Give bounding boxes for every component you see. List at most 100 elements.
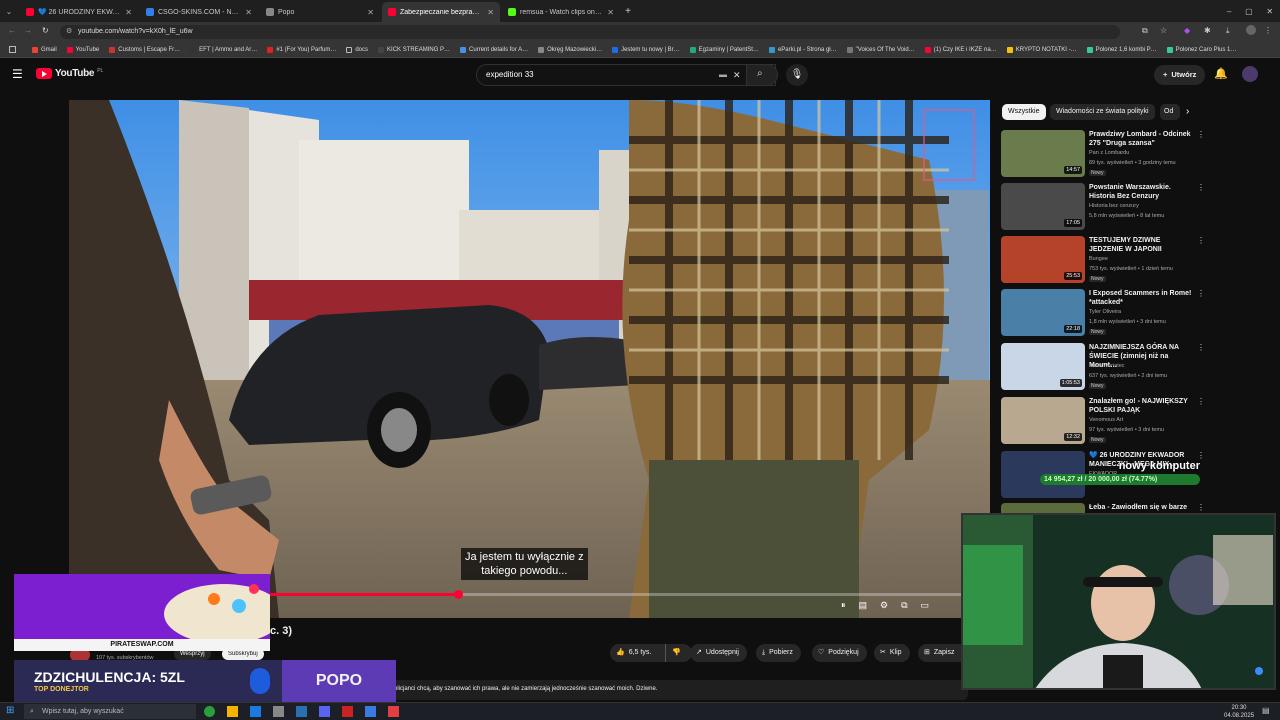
new-tab-icon[interactable]: + xyxy=(620,2,636,22)
forward-icon[interactable]: → xyxy=(24,26,32,35)
bookmark-item[interactable]: eParki.pl - Strona gł… xyxy=(768,46,837,53)
search-input[interactable]: expedition 33 ▬ ✕ xyxy=(476,64,776,86)
share-button[interactable]: ↗ Udostępnij xyxy=(690,644,747,662)
notifications-bell-icon[interactable]: 🔔 xyxy=(1214,67,1228,80)
hamburger-menu-icon[interactable]: ☰ xyxy=(12,67,23,81)
theater-mode-icon[interactable]: ▭ xyxy=(921,600,930,611)
browser-tab-active[interactable]: Zabezpieczanie bezprawia (Gr… ✕ xyxy=(382,2,500,22)
recommended-video[interactable]: 1:05:53 NAJZIMNIEJSZA GÓRA NA ŚWIECIE (zi… xyxy=(1001,343,1211,391)
miniplayer-icon[interactable]: ⧉ xyxy=(901,600,907,611)
profile-avatar[interactable] xyxy=(1246,25,1256,35)
download-button[interactable]: ⤓ Pobierz xyxy=(756,644,801,662)
create-button[interactable]: + Utwórz xyxy=(1154,65,1206,85)
more-options-icon[interactable]: ⋮ xyxy=(1197,343,1205,352)
more-options-icon[interactable]: ⋮ xyxy=(1197,289,1205,298)
chip-politics[interactable]: Wiadomości ze świata polityki xyxy=(1050,104,1155,120)
minimize-icon[interactable]: – xyxy=(1227,2,1231,22)
bookmark-item[interactable]: Polonez 1,6 kombi P… xyxy=(1086,46,1157,53)
settings-gear-icon[interactable]: ⚙ xyxy=(880,600,888,611)
tab-close-icon[interactable]: ✕ xyxy=(367,8,374,17)
browser-tab[interactable]: 💙 26 URODZINY EKWADOR✕ xyxy=(20,2,138,22)
channel-name[interactable]: Bungee xyxy=(1089,256,1108,262)
channel-name[interactable]: Tyler Oliveira xyxy=(1089,309,1121,315)
chrome-app-icon[interactable] xyxy=(204,706,215,717)
maximize-icon[interactable]: ▢ xyxy=(1245,2,1253,22)
extension-icon[interactable]: ◆ xyxy=(1184,26,1190,35)
recommended-video[interactable]: 12:32 Znalazłem go! - NAJWIĘKSZY POLSKI P… xyxy=(1001,397,1211,445)
channel-name[interactable]: Venomous Art xyxy=(1089,417,1123,423)
video-title[interactable]: Znalazłem go! - NAJWIĘKSZY POLSKI PAJĄK xyxy=(1089,397,1195,415)
recommended-video[interactable]: 25:53 TESTUJEMY DZIWNE JEDZENIE W JAPONII… xyxy=(1001,236,1211,284)
voice-search-button[interactable]: 🎙 xyxy=(786,64,808,86)
recommended-video[interactable]: 22:18 I Exposed Scammers in Rome! *attack… xyxy=(1001,289,1211,337)
clear-search-icon[interactable]: ✕ xyxy=(733,65,741,85)
windows-start-icon[interactable]: ⊞ xyxy=(6,705,14,716)
browser-tab[interactable]: Popo ✕ xyxy=(260,2,380,22)
browser-tab[interactable]: CSGO-SKINS.COM - Najlepsze ✕ xyxy=(140,2,258,22)
more-options-icon[interactable]: ⋮ xyxy=(1197,130,1205,139)
keyboard-icon[interactable]: ▬ xyxy=(719,65,727,85)
video-title[interactable]: Powstanie Warszawskie. Historia Bez Cenz… xyxy=(1089,183,1195,201)
notification-center-icon[interactable]: ▤ xyxy=(1262,706,1270,715)
more-options-icon[interactable]: ⋮ xyxy=(1197,183,1205,192)
app-icon[interactable] xyxy=(342,706,353,717)
bookmark-item[interactable]: Gmail xyxy=(32,46,57,53)
chip-all[interactable]: Wszystkie xyxy=(1002,104,1046,120)
video-player[interactable]: Ja jestem tu wyłącznie z takiego powodu.… xyxy=(69,100,990,618)
discord-app-icon[interactable] xyxy=(319,706,330,717)
youtube-logo[interactable]: YouTube PL xyxy=(36,68,103,79)
install-app-icon[interactable]: ⧉ xyxy=(1142,26,1148,36)
dislike-icon[interactable]: 👎 xyxy=(665,644,681,662)
bookmark-item[interactable]: #1 (For You) Parfum… xyxy=(267,46,336,53)
taskbar-search-input[interactable]: ⌕ Wpisz tutaj, aby wyszukać xyxy=(24,704,196,719)
tab-close-icon[interactable]: ✕ xyxy=(607,8,614,17)
video-thumbnail[interactable]: 17:05 xyxy=(1001,183,1085,230)
like-icon[interactable]: 👍 xyxy=(616,644,625,662)
more-options-icon[interactable]: ⋮ xyxy=(1197,503,1205,512)
reload-icon[interactable]: ↻ xyxy=(42,26,49,35)
file-explorer-icon[interactable] xyxy=(227,706,238,717)
tab-close-icon[interactable]: ✕ xyxy=(245,8,252,17)
extensions-puzzle-icon[interactable]: ✱ xyxy=(1204,26,1211,35)
autoplay-toggle-icon[interactable]: ⏸ xyxy=(841,600,846,611)
browser-tab[interactable]: remsua - Watch clips on Kick ✕ xyxy=(502,2,620,22)
taskbar-clock[interactable]: 20:30 04.08.2025 xyxy=(1224,704,1254,720)
more-options-icon[interactable]: ⋮ xyxy=(1197,236,1205,245)
thanks-button[interactable]: ♡ Podziękuj xyxy=(812,644,867,662)
search-button[interactable]: ⌕ xyxy=(746,64,778,86)
app-icon[interactable] xyxy=(273,706,284,717)
subtitles-icon[interactable]: ▤ xyxy=(859,600,868,611)
more-options-icon[interactable]: ⋮ xyxy=(1197,451,1205,460)
bookmark-item[interactable]: EFT | Ammo and Ar… xyxy=(190,46,257,53)
video-title[interactable]: TESTUJEMY DZIWNE JEDZENIE W JAPONII xyxy=(1089,236,1195,254)
bookmark-item[interactable]: KICK STREAMING P… xyxy=(378,46,450,53)
chips-next-chevron-icon[interactable]: › xyxy=(1186,106,1189,117)
bookmark-item[interactable]: KRYPTO NOTATKI -… xyxy=(1006,46,1077,53)
more-options-icon[interactable]: ⋮ xyxy=(1197,397,1205,406)
like-count[interactable]: 6,5 tys. xyxy=(629,644,652,662)
progress-scrubber-handle[interactable] xyxy=(453,590,463,599)
channel-name[interactable]: Pan z Lombardu xyxy=(1089,150,1129,156)
clip-button[interactable]: ✂ Klip xyxy=(874,644,910,662)
recommended-video[interactable]: 17:05 Powstanie Warszawskie. Historia Bez… xyxy=(1001,183,1211,231)
account-avatar[interactable] xyxy=(1242,66,1258,82)
back-icon[interactable]: ← xyxy=(8,26,16,35)
video-thumbnail[interactable]: 1:05:53 xyxy=(1001,343,1085,390)
video-thumbnail[interactable]: 25:53 xyxy=(1001,236,1085,283)
channel-name[interactable]: PatecWariatec xyxy=(1089,363,1125,369)
bookmark-item[interactable]: "Voices Of The Void… xyxy=(846,46,915,53)
tab-close-icon[interactable]: ✕ xyxy=(487,8,494,17)
video-title[interactable]: Łeba - Zawiodłem się w barze xyxy=(1089,503,1195,512)
url-bar[interactable]: ⚙ youtube.com/watch?v=kX0h_lE_u6w xyxy=(60,25,1120,39)
bookmark-item[interactable]: YouTube xyxy=(66,46,99,53)
tab-close-icon[interactable]: ✕ xyxy=(125,8,132,17)
recommended-video[interactable]: 14:57 Prawdziwy Lombard - Odcinek 275 "Dr… xyxy=(1001,130,1211,178)
video-title[interactable]: I Exposed Scammers in Rome! *attacked* xyxy=(1089,289,1195,307)
bookmark-item[interactable]: Polonez Caro Plus 1… xyxy=(1166,46,1236,53)
chip-more[interactable]: Od xyxy=(1160,104,1180,120)
browser-menu-icon[interactable]: ⋮ xyxy=(1264,26,1272,35)
app-icon[interactable] xyxy=(250,706,261,717)
video-thumbnail[interactable]: 14:57 xyxy=(1001,130,1085,177)
video-title[interactable]: Prawdziwy Lombard - Odcinek 275 "Druga s… xyxy=(1089,130,1195,148)
tab-search-icon[interactable]: ⌄ xyxy=(0,2,18,22)
